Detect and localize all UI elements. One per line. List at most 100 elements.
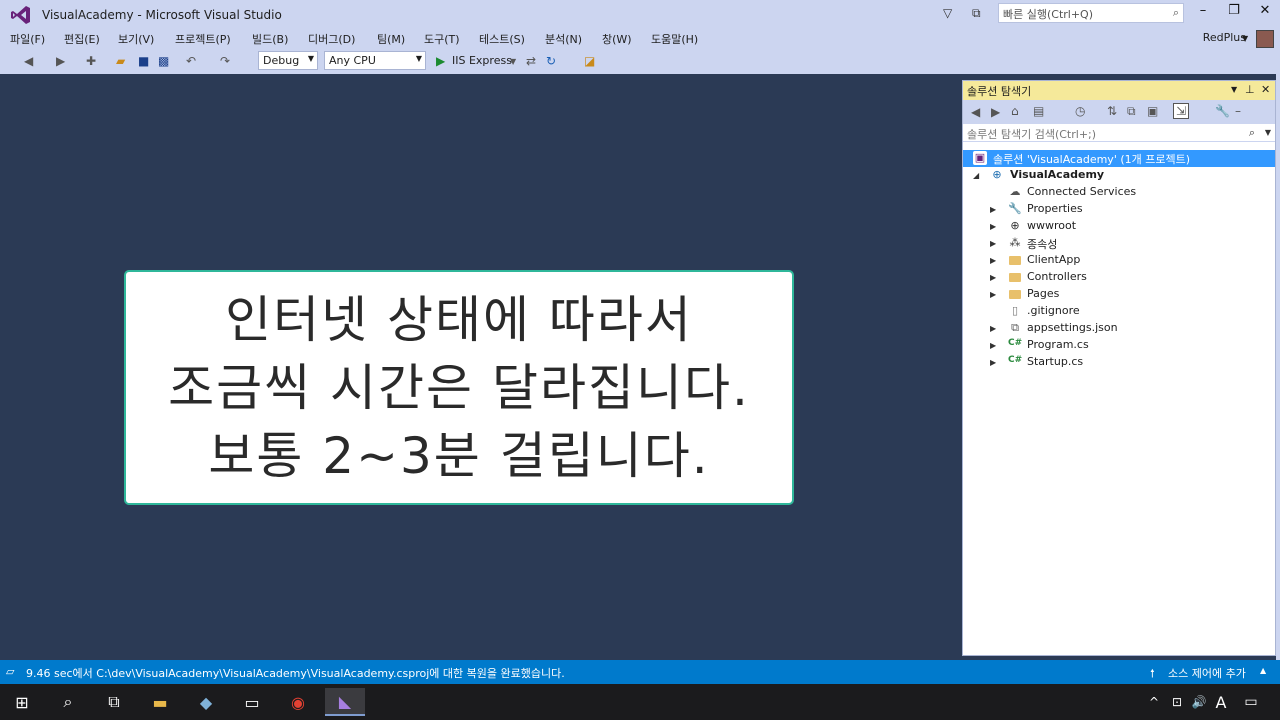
chevron-down-icon[interactable]: ▼ bbox=[1265, 128, 1271, 137]
user-dropdown-icon[interactable]: ▼ bbox=[1242, 34, 1248, 43]
window-menu-icon[interactable]: ▼ bbox=[1231, 85, 1237, 94]
forward-icon[interactable]: ▶ bbox=[991, 105, 1000, 119]
find-icon[interactable]: ◪ bbox=[584, 54, 595, 68]
undo-icon[interactable]: ↶ bbox=[186, 54, 196, 68]
properties-wrench-icon[interactable]: 🔧 bbox=[1215, 104, 1230, 118]
chevron-up-icon[interactable]: ▲ bbox=[1260, 666, 1266, 675]
browser-link-icon[interactable]: ⇄ bbox=[526, 54, 536, 68]
tree-item[interactable]: ▶ ClientApp bbox=[963, 252, 1275, 269]
start-debug-icon[interactable]: ▶ bbox=[436, 54, 445, 68]
tray-chevron-icon[interactable]: ^ bbox=[1144, 688, 1164, 716]
app-icon[interactable]: ◆ bbox=[189, 688, 223, 716]
chrome-icon[interactable]: ◉ bbox=[281, 688, 315, 716]
expand-arrow-icon[interactable]: ▶ bbox=[990, 324, 996, 333]
avatar[interactable] bbox=[1256, 30, 1274, 48]
show-all-files-icon[interactable]: ▣ bbox=[1147, 104, 1158, 118]
tree-item-project[interactable]: ◢ ⊕ VisualAcademy bbox=[963, 167, 1275, 184]
input-method-icon[interactable]: A bbox=[1210, 688, 1232, 716]
standard-toolbar: ◀ ▶ ✚ ▰ ■ ▩ ↶ ↷ Debug ▼ Any CPU ▼ ▶ IIS Ex… bbox=[0, 48, 1280, 74]
menu-file[interactable]: 파일(F) bbox=[10, 31, 45, 47]
restore-button[interactable]: ❐ bbox=[1221, 3, 1247, 25]
expand-arrow-icon[interactable]: ▶ bbox=[990, 341, 996, 350]
minimize-button[interactable]: – bbox=[1190, 3, 1216, 25]
configuration-select[interactable]: Debug ▼ bbox=[258, 51, 318, 70]
tree-item[interactable]: ▶ 🔧 Properties bbox=[963, 201, 1275, 218]
taskbar: ⊞ ⌕ ⧉ ▬ ◆ ▭ ◉ ◣ ^ ⊡ 🔊 A ▭ bbox=[0, 684, 1280, 720]
tree-item[interactable]: ▶ ⁂ 종속성 bbox=[963, 235, 1275, 252]
redo-icon[interactable]: ↷ bbox=[220, 54, 230, 68]
close-button[interactable]: ✕ bbox=[1252, 3, 1278, 25]
expand-arrow-icon[interactable]: ▶ bbox=[990, 273, 996, 282]
open-file-icon[interactable]: ▰ bbox=[116, 54, 125, 68]
connected-services-icon: ☁ bbox=[1009, 185, 1021, 198]
file-explorer-icon[interactable]: ▬ bbox=[143, 688, 177, 716]
collapse-arrow-icon[interactable]: ◢ bbox=[973, 171, 979, 180]
pending-changes-icon[interactable]: ◷ bbox=[1075, 104, 1085, 118]
minus-icon[interactable]: – bbox=[1235, 104, 1241, 118]
tree-item[interactable]: ▶ Pages bbox=[963, 286, 1275, 303]
search-icon[interactable]: ⌕ bbox=[51, 688, 85, 716]
status-message: 9.46 sec에서 C:\dev\VisualAcademy\VisualAc… bbox=[26, 667, 565, 680]
solution-explorer-search-input[interactable]: 솔루션 탐색기 검색(Ctrl+;) ⌕ ▼ bbox=[963, 124, 1275, 142]
menu-analyze[interactable]: 분석(N) bbox=[545, 31, 582, 47]
status-bar: ▱ 9.46 sec에서 C:\dev\VisualAcademy\Visual… bbox=[0, 660, 1280, 684]
back-icon[interactable]: ◀ bbox=[971, 105, 980, 119]
tree-item[interactable]: ▶ Controllers bbox=[963, 269, 1275, 286]
filter-icon[interactable]: ▽ bbox=[943, 6, 952, 20]
menu-help[interactable]: 도움말(H) bbox=[651, 31, 698, 47]
run-dropdown-icon[interactable]: ▼ bbox=[510, 57, 516, 66]
menu-window[interactable]: 창(W) bbox=[602, 31, 632, 47]
back-icon[interactable]: ◀ bbox=[24, 54, 33, 68]
notification-icon[interactable]: ▭ bbox=[1238, 688, 1264, 716]
expand-arrow-icon[interactable]: ▶ bbox=[990, 290, 996, 299]
menu-debug[interactable]: 디버그(D) bbox=[308, 31, 355, 47]
sync-icon[interactable]: ⇅ bbox=[1107, 104, 1117, 118]
save-icon[interactable]: ■ bbox=[138, 54, 149, 68]
solution-icon: ▣ bbox=[973, 151, 987, 165]
menu-build[interactable]: 빌드(B) bbox=[252, 31, 288, 47]
switch-views-icon[interactable]: ▤ bbox=[1033, 104, 1044, 118]
tree-item-label: appsettings.json bbox=[1027, 321, 1118, 334]
source-control-button[interactable]: 소스 제어에 추가 bbox=[1168, 665, 1246, 681]
preview-selected-icon[interactable]: ⇲ bbox=[1173, 103, 1190, 119]
pin-icon[interactable]: ⊥ bbox=[1245, 83, 1255, 96]
visual-studio-taskbar-icon[interactable]: ◣ bbox=[325, 688, 365, 716]
expand-arrow-icon[interactable]: ▶ bbox=[990, 222, 996, 231]
output-icon[interactable]: ▱ bbox=[6, 665, 14, 678]
forward-icon[interactable]: ▶ bbox=[56, 54, 65, 68]
user-name[interactable]: RedPlus bbox=[1203, 31, 1246, 44]
feedback-icon[interactable]: ⧉ bbox=[972, 6, 981, 21]
menu-view[interactable]: 보기(V) bbox=[118, 31, 154, 47]
run-target-button[interactable]: IIS Express bbox=[452, 54, 512, 67]
tree-item[interactable]: ▶ C# Program.cs bbox=[963, 337, 1275, 354]
expand-arrow-icon[interactable]: ▶ bbox=[990, 256, 996, 265]
caption-overlay: 인터넷 상태에 따라서 조금씩 시간은 달라집니다. 보통 2~3분 걸립니다. bbox=[124, 270, 794, 505]
home-icon[interactable]: ⌂ bbox=[1011, 104, 1019, 118]
expand-arrow-icon[interactable]: ▶ bbox=[990, 358, 996, 367]
quick-launch-input[interactable]: 빠른 실행(Ctrl+Q) ⌕ bbox=[998, 3, 1184, 23]
save-all-icon[interactable]: ▩ bbox=[158, 54, 169, 68]
refresh-icon[interactable]: ↻ bbox=[546, 54, 556, 68]
tree-item[interactable]: ☁ Connected Services bbox=[963, 184, 1275, 201]
collapse-all-icon[interactable]: ⧉ bbox=[1127, 104, 1136, 119]
tree-item[interactable]: ▶ C# Startup.cs bbox=[963, 354, 1275, 371]
tree-item[interactable]: ▶ ⊕ wwwroot bbox=[963, 218, 1275, 235]
network-icon[interactable]: ⊡ bbox=[1166, 688, 1188, 716]
expand-arrow-icon[interactable]: ▶ bbox=[990, 239, 996, 248]
close-icon[interactable]: ✕ bbox=[1261, 83, 1270, 96]
menu-team[interactable]: 팀(M) bbox=[377, 31, 405, 47]
windows-start-icon[interactable]: ⊞ bbox=[5, 688, 39, 716]
platform-select[interactable]: Any CPU ▼ bbox=[324, 51, 426, 70]
menu-project[interactable]: 프로젝트(P) bbox=[175, 31, 231, 47]
menu-tools[interactable]: 도구(T) bbox=[424, 31, 460, 47]
new-project-icon[interactable]: ✚ bbox=[86, 54, 96, 68]
task-view-icon[interactable]: ⧉ bbox=[97, 688, 131, 716]
expand-arrow-icon[interactable]: ▶ bbox=[990, 205, 996, 214]
menu-test[interactable]: 테스트(S) bbox=[479, 31, 525, 47]
volume-icon[interactable]: 🔊 bbox=[1188, 688, 1210, 716]
tree-item[interactable]: ▯ .gitignore bbox=[963, 303, 1275, 320]
tree-item-solution[interactable]: ▣ 솔루션 'VisualAcademy' (1개 프로젝트) bbox=[963, 150, 1275, 167]
tree-item[interactable]: ▶ ⧉ appsettings.json bbox=[963, 320, 1275, 337]
terminal-icon[interactable]: ▭ bbox=[235, 688, 269, 716]
menu-edit[interactable]: 편집(E) bbox=[64, 31, 100, 47]
